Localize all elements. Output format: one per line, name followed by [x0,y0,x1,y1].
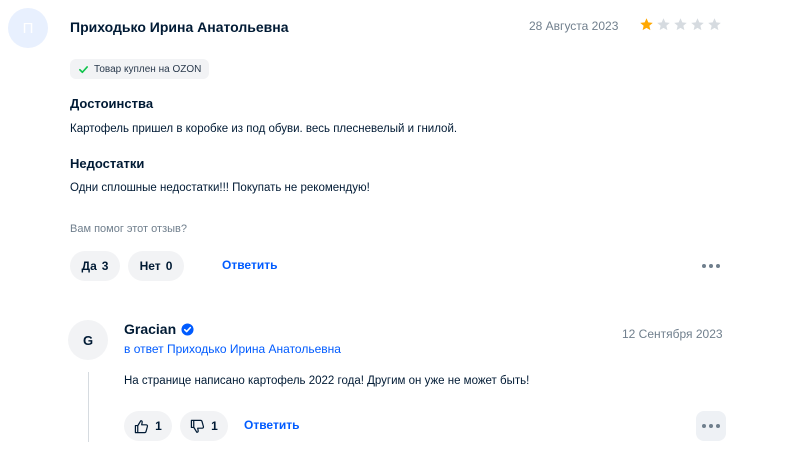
reply-avatar-letter: G [82,332,94,348]
pros-title: Достоинства [70,96,154,111]
thumbs-up-icon [134,419,149,433]
thumbs-down-icon [190,419,205,433]
like-button[interactable]: 1 [124,411,172,441]
helpful-no-button[interactable]: Нет 0 [128,251,184,281]
dislike-button[interactable]: 1 [180,411,228,441]
reply-to-comment-button[interactable]: Ответить [244,418,299,432]
reviewer-avatar-letter: П [22,19,34,37]
purchase-badge: Товар куплен на OZON [70,59,210,79]
helpful-yes-label: Да [81,259,97,273]
pros-text: Картофель пришел в коробке из под обуви.… [70,123,458,135]
purchase-badge-label: Товар куплен на OZON [94,63,202,75]
review-date: 28 Августа 2023 [529,19,619,33]
verified-badge-icon [181,322,194,336]
star-empty-icon [708,18,721,31]
helpful-no-count: 0 [165,259,173,273]
helpful-no-label: Нет [139,259,161,273]
reply-button[interactable]: Ответить [222,258,277,272]
cons-text: Одни сплошные недостатки!!! Покупать не … [70,182,370,194]
cons-title: Недостатки [70,156,145,171]
rating-stars [639,17,722,32]
dislike-count: 1 [211,419,218,433]
star-empty-icon [674,18,687,31]
helpful-yes-button[interactable]: Да 3 [70,251,120,281]
check-icon [79,65,88,73]
reply-date: 12 Сентября 2023 [622,327,723,341]
reply-more-options-button[interactable] [696,411,726,441]
star-filled-icon [640,18,653,31]
like-count: 1 [155,419,162,433]
reviewer-name[interactable]: Приходько Ирина Анатольевна [70,19,289,35]
reviewer-avatar: П [8,8,48,48]
reply-text: На странице написано картофель 2022 года… [124,375,530,387]
reply-author[interactable]: Gracian [124,321,194,337]
star-empty-icon [657,18,670,31]
reply-avatar: G [68,320,108,360]
reply-more-options-icon [696,423,726,429]
reply-thread-line [88,372,89,442]
helpful-question: Вам помог этот отзыв? [70,223,187,235]
reply-to-link[interactable]: в ответ Приходько Ирина Анатольевна [124,342,341,356]
star-empty-icon [691,18,704,31]
helpful-yes-count: 3 [101,259,109,273]
review-more-options-icon[interactable] [698,263,724,269]
reply-author-name: Gracian [124,321,177,337]
